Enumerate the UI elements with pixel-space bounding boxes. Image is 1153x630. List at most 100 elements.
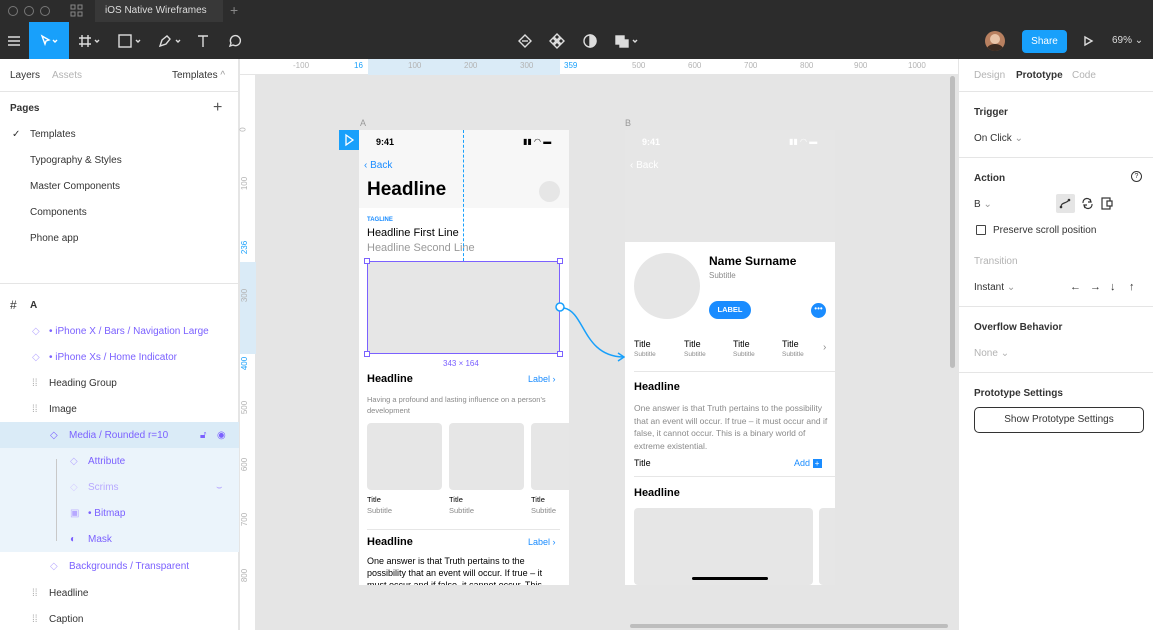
direction-up-icon[interactable]: ↑ <box>1129 281 1135 293</box>
layer-nav-bar[interactable]: ◇ • iPhone X / Bars / Navigation Large <box>0 318 239 344</box>
boolean-ops-button[interactable] <box>612 22 642 59</box>
mask-button[interactable] <box>579 22 601 59</box>
more-icon[interactable]: ••• <box>811 303 826 318</box>
show-prototype-settings-button[interactable]: Show Prototype Settings <box>974 407 1144 433</box>
templates-dropdown[interactable]: Templates ^ <box>172 70 225 81</box>
resize-handle[interactable] <box>557 258 563 264</box>
tab-design[interactable]: Design <box>974 70 1005 81</box>
text-tool-button[interactable] <box>192 22 214 59</box>
create-component-button[interactable] <box>546 22 568 59</box>
page-item-master-components[interactable]: Master Components <box>30 181 120 192</box>
frame-a[interactable]: 9:41 ▮▮ ◠ ▬ ‹ Back Headline TAGLINE Head… <box>359 130 569 585</box>
resize-handle[interactable] <box>364 258 370 264</box>
direction-down-icon[interactable]: ↓ <box>1110 281 1116 293</box>
document-tab[interactable]: iOS Native Wireframes <box>95 0 223 22</box>
home-indicator <box>692 577 768 580</box>
grid-menu-icon[interactable] <box>70 4 83 17</box>
eye-icon[interactable]: ◉ <box>217 430 226 441</box>
zoom-window-icon[interactable] <box>40 6 50 16</box>
row-title: Title <box>634 458 651 468</box>
layer-label: Backgrounds / Transparent <box>69 560 190 572</box>
card-image[interactable] <box>367 423 442 490</box>
section2-label-link[interactable]: Label › <box>528 537 556 547</box>
overflow-dropdown[interactable]: None ⌄ <box>974 348 1009 359</box>
open-overlay-button[interactable] <box>1098 194 1117 213</box>
media-placeholder[interactable] <box>819 508 835 585</box>
card-image[interactable] <box>531 423 569 490</box>
layer-media-rounded[interactable]: ◇ Media / Rounded r=10 🔓︎ ◉ <box>0 422 239 448</box>
layer-mask[interactable]: ◐ Mask <box>0 526 239 552</box>
layer-headline[interactable]: ⁞⁞ Headline <box>0 580 239 606</box>
layer-backgrounds[interactable]: ◇ Backgrounds / Transparent <box>0 553 239 579</box>
tab-code[interactable]: Code <box>1072 70 1096 81</box>
shape-tool-button[interactable] <box>114 22 146 59</box>
trigger-dropdown[interactable]: On Click ⌄ <box>974 133 1023 144</box>
prototype-start-button[interactable] <box>339 130 359 150</box>
tagline: TAGLINE <box>367 217 393 223</box>
frame-tool-button[interactable] <box>74 22 106 59</box>
resize-handle[interactable] <box>364 351 370 357</box>
chevron-right-icon[interactable]: › <box>823 342 826 353</box>
media-placeholder[interactable] <box>634 508 813 585</box>
help-icon[interactable]: ? <box>1131 171 1142 182</box>
frame-b[interactable]: 9:41 ▮▮ ◠ ▬ ‹ Back Name Surname Subtitle… <box>625 130 835 585</box>
horizontal-scrollbar[interactable] <box>630 624 948 628</box>
new-tab-button[interactable]: + <box>230 2 238 18</box>
label-button[interactable]: LABEL <box>709 301 751 319</box>
close-window-icon[interactable] <box>8 6 18 16</box>
component-tool-button[interactable] <box>514 22 536 59</box>
layer-heading-group[interactable]: ⁞⁞ Heading Group <box>0 370 239 396</box>
add-page-button[interactable]: + <box>213 99 222 117</box>
avatar[interactable] <box>985 31 1005 51</box>
share-button[interactable]: Share <box>1022 30 1067 53</box>
navigate-to-button[interactable] <box>1056 194 1075 213</box>
back-button[interactable]: ‹ Back <box>364 160 392 171</box>
add-link[interactable]: Add + <box>794 458 822 468</box>
prototype-connection[interactable] <box>555 300 635 364</box>
action-destination-dropdown[interactable]: B ⌄ <box>974 199 992 210</box>
direction-right-icon[interactable]: → <box>1090 281 1101 293</box>
main-menu-button[interactable] <box>0 22 28 59</box>
canvas[interactable]: A B 9:41 ▮▮ ◠ ▬ ‹ Back Headline TAGLINE … <box>257 76 958 630</box>
layer-scrims[interactable]: ◇ Scrims ⌣ <box>0 474 239 500</box>
page-item-components[interactable]: Components <box>30 207 87 218</box>
frame-b-label[interactable]: B <box>625 118 631 128</box>
comment-tool-button[interactable] <box>224 22 246 59</box>
preserve-scroll-checkbox[interactable] <box>976 225 986 235</box>
hidden-eye-icon[interactable]: ⌣ <box>216 482 223 493</box>
frame-a-label[interactable]: A <box>360 118 366 128</box>
layer-caption[interactable]: ⁞⁞ Caption <box>0 606 239 630</box>
tab-prototype[interactable]: Prototype <box>1016 70 1063 81</box>
page-item-phone-app[interactable]: Phone app <box>30 233 78 244</box>
page-item-templates[interactable]: Templates <box>30 129 76 140</box>
layer-bitmap[interactable]: ▣ • Bitmap <box>0 500 239 526</box>
card-image[interactable] <box>449 423 524 490</box>
tab-layers[interactable]: Layers <box>10 70 40 81</box>
present-button[interactable] <box>1078 22 1098 59</box>
pen-icon <box>158 34 181 47</box>
transition-dropdown[interactable]: Instant ⌄ <box>974 282 1015 293</box>
tab-assets[interactable]: Assets <box>52 70 82 81</box>
move-tool-button[interactable] <box>29 22 69 59</box>
section-label-link[interactable]: Label › <box>528 374 556 384</box>
vertical-scrollbar[interactable] <box>950 76 955 368</box>
layer-home-indicator[interactable]: ◇ • iPhone Xs / Home Indicator <box>0 344 239 370</box>
layer-frame-a[interactable]: # A <box>0 292 239 318</box>
overflow-value: None <box>974 348 998 359</box>
layer-image[interactable]: ⁞⁞ Image <box>0 396 239 422</box>
profile-subtitle: Subtitle <box>709 271 736 280</box>
layer-attribute[interactable]: ◇ Attribute <box>0 448 239 474</box>
lock-icon[interactable]: 🔓︎ <box>200 430 206 441</box>
zoom-dropdown[interactable]: 69% ⌄ <box>1112 22 1143 59</box>
left-panel-tabs: Layers Assets Templates ^ <box>0 59 239 92</box>
ruler-label: 800 <box>240 568 250 583</box>
properties-panel: Design Prototype Code Trigger On Click ⌄… <box>958 59 1153 630</box>
minimize-window-icon[interactable] <box>24 6 34 16</box>
page-item-typography[interactable]: Typography & Styles <box>30 155 122 166</box>
direction-left-icon[interactable]: ← <box>1070 281 1081 293</box>
pen-tool-button[interactable] <box>154 22 186 59</box>
swap-overlay-button[interactable] <box>1078 194 1097 213</box>
selection-box[interactable] <box>364 258 563 357</box>
back-button[interactable]: ‹ Back <box>630 160 658 171</box>
ruler-label: 200 <box>464 61 478 70</box>
